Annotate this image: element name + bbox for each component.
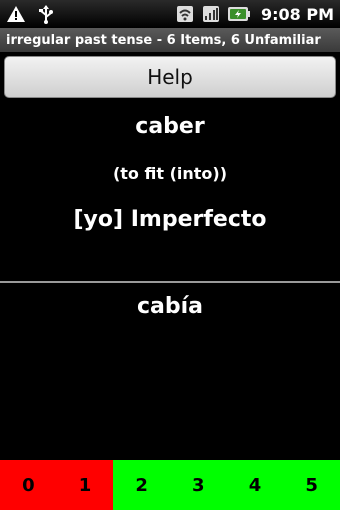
- help-button[interactable]: Help: [4, 56, 336, 98]
- status-clock: 9:08 PM: [260, 4, 334, 24]
- flashcard-question: caber (to fit (into)) [yo] Imperfecto: [0, 104, 340, 280]
- rating-button-1[interactable]: 1: [56, 460, 114, 510]
- status-left-icons: [6, 4, 56, 24]
- app-title-bar: irregular past tense - 6 Items, 6 Unfami…: [0, 28, 340, 52]
- battery-icon: [227, 4, 251, 24]
- rating-button-3[interactable]: 3: [169, 460, 227, 510]
- wifi-icon: [175, 4, 195, 24]
- flashcard-answer: cabía: [136, 294, 204, 319]
- usb-icon: [36, 4, 56, 24]
- signal-icon: [201, 4, 221, 24]
- rating-button-0[interactable]: 0: [0, 460, 57, 510]
- warning-icon: [6, 4, 26, 24]
- card-divider: [0, 281, 340, 283]
- rating-bar: 0 1 2 3 4 5: [0, 460, 340, 510]
- status-right-icons: 9:08 PM: [175, 4, 334, 24]
- rating-button-4[interactable]: 4: [226, 460, 284, 510]
- verb-tense-prompt: [yo] Imperfecto: [73, 207, 267, 232]
- rating-button-2[interactable]: 2: [113, 460, 170, 510]
- verb-translation: (to fit (into)): [112, 164, 228, 183]
- rating-button-5[interactable]: 5: [283, 460, 340, 510]
- status-bar: 9:08 PM: [0, 0, 340, 28]
- verb-infinitive: caber: [135, 114, 205, 139]
